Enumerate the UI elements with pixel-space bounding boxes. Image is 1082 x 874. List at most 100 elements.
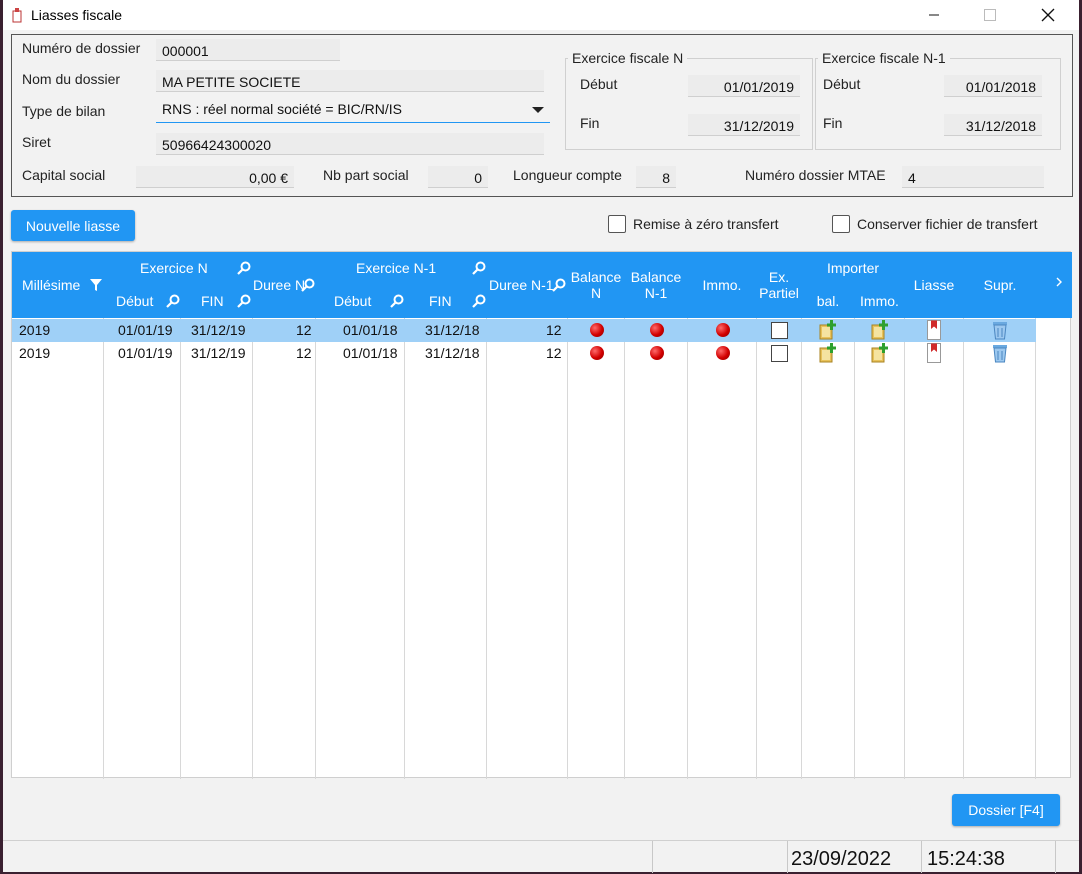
conserver-fichier-checkbox[interactable]	[832, 215, 850, 233]
app-icon	[12, 8, 22, 23]
ex-partiel-checkbox[interactable]	[771, 322, 788, 339]
header-immo: Immo.	[702, 277, 742, 293]
exercice-n1-debut-field[interactable]: 01/01/2018	[944, 75, 1042, 97]
status-divider	[1055, 841, 1056, 873]
longueur-compte-field[interactable]: 8	[636, 166, 676, 188]
header-duree-n1[interactable]: Duree N-1	[489, 277, 554, 293]
column-divider	[963, 318, 964, 779]
immo-status-icon[interactable]	[716, 323, 730, 337]
minimize-button[interactable]	[911, 0, 957, 30]
status-divider	[921, 841, 922, 873]
cell-duree: 12	[296, 322, 312, 338]
chevron-right-icon[interactable]	[1054, 276, 1064, 288]
status-bar: 23/09/2022 15:24:38	[3, 840, 1079, 873]
dossier-button[interactable]: Dossier [F4]	[952, 794, 1060, 826]
search-icon[interactable]	[552, 278, 566, 292]
close-button[interactable]	[1025, 0, 1071, 30]
nom-dossier-label: Nom du dossier	[22, 71, 121, 87]
maximize-button[interactable]	[967, 0, 1013, 30]
cell-fin-n1: 31/12/18	[425, 322, 480, 338]
liasses-table: Millésime Exercice N Début FIN Duree N E…	[11, 251, 1072, 779]
exercice-n1-group: Exercice fiscale N-1 Début 01/01/2018 Fi…	[815, 50, 1061, 150]
column-divider	[756, 318, 757, 779]
nb-part-social-field[interactable]: 0	[428, 166, 488, 188]
capital-social-field[interactable]: 0,00 €	[136, 166, 294, 188]
exercice-n1-fin-field[interactable]: 31/12/2018	[944, 114, 1042, 136]
table-header: Millésime Exercice N Début FIN Duree N E…	[12, 252, 1072, 318]
header-debut-n1[interactable]: Début	[334, 293, 371, 309]
app-window: Liasses fiscale Numéro de dossier 000001…	[3, 0, 1079, 873]
balance-n1-status-icon[interactable]	[650, 323, 664, 337]
header-fin[interactable]: FIN	[201, 293, 224, 309]
balance-n-status-icon[interactable]	[590, 346, 604, 360]
trash-icon[interactable]	[991, 320, 1009, 340]
immo-status-icon[interactable]	[716, 346, 730, 360]
remise-zero-checkbox[interactable]	[608, 215, 626, 233]
numero-mtae-field[interactable]: 4	[902, 166, 1044, 188]
search-icon[interactable]	[390, 294, 404, 308]
column-divider	[801, 318, 802, 779]
ex-partiel-checkbox[interactable]	[771, 345, 788, 362]
status-date: 23/09/2022	[791, 848, 892, 870]
dossier-panel: Numéro de dossier 000001 Nom du dossier …	[11, 34, 1073, 197]
import-balance-icon[interactable]	[819, 343, 837, 363]
header-duree-n[interactable]: Duree N	[253, 277, 305, 293]
search-icon[interactable]	[237, 294, 251, 308]
numero-dossier-field[interactable]: 000001	[156, 39, 340, 61]
header-importer: Importer	[826, 260, 880, 276]
column-divider	[1035, 318, 1036, 779]
header-debut[interactable]: Début	[116, 293, 153, 309]
nom-dossier-field[interactable]: MA PETITE SOCIETE	[156, 70, 544, 92]
cell-debut: 01/01/19	[118, 345, 173, 361]
exercice-n1-debut-label: Début	[823, 76, 861, 92]
capital-social-label: Capital social	[22, 167, 106, 183]
search-icon[interactable]	[301, 278, 315, 292]
column-divider	[904, 318, 905, 779]
cell-duree-n1: 12	[546, 322, 562, 338]
header-supr: Supr.	[983, 277, 1017, 293]
siret-field[interactable]: 50966424300020	[156, 133, 544, 155]
search-icon[interactable]	[166, 294, 180, 308]
search-icon[interactable]	[472, 294, 486, 308]
balance-n1-status-icon[interactable]	[650, 346, 664, 360]
header-exercice-n1: Exercice N-1	[356, 260, 437, 276]
title-bar: Liasses fiscale	[3, 0, 1079, 30]
trash-icon[interactable]	[991, 343, 1009, 363]
column-divider	[624, 318, 625, 779]
maximize-icon	[984, 9, 996, 21]
column-divider	[315, 318, 316, 779]
import-immo-icon[interactable]	[871, 320, 889, 340]
search-icon[interactable]	[237, 261, 251, 275]
balance-n-status-icon[interactable]	[590, 323, 604, 337]
header-millesime[interactable]: Millésime	[22, 277, 80, 293]
import-immo-icon[interactable]	[871, 343, 889, 363]
liasse-document-icon[interactable]	[927, 343, 941, 363]
filter-icon[interactable]	[89, 278, 103, 292]
exercice-n-title: Exercice fiscale N	[568, 50, 688, 66]
header-importer-bal: bal.	[816, 293, 840, 309]
exercice-n1-title: Exercice fiscale N-1	[818, 50, 950, 66]
cell-debut-n1: 01/01/18	[343, 345, 398, 361]
nouvelle-liasse-button[interactable]: Nouvelle liasse	[11, 210, 135, 241]
table-row[interactable]: 2019 01/01/19 31/12/19 12 01/01/18 31/12…	[12, 342, 1036, 365]
exercice-n-fin-field[interactable]: 31/12/2019	[688, 114, 800, 136]
search-icon[interactable]	[472, 261, 486, 275]
table-row[interactable]: 2019 01/01/19 31/12/19 12 01/01/18 31/12…	[12, 319, 1036, 342]
remise-zero-label: Remise à zéro transfert	[633, 216, 779, 232]
import-balance-icon[interactable]	[819, 320, 837, 340]
longueur-compte-label: Longueur compte	[513, 167, 622, 183]
chevron-down-icon	[532, 107, 544, 113]
header-fin-n1[interactable]: FIN	[429, 293, 452, 309]
cell-fin: 31/12/19	[191, 345, 246, 361]
cell-duree-n1: 12	[546, 345, 562, 361]
column-divider	[486, 318, 487, 779]
liasse-document-icon[interactable]	[927, 320, 941, 340]
exercice-n-debut-label: Début	[580, 76, 618, 92]
column-divider	[854, 318, 855, 779]
cell-fin: 31/12/19	[191, 322, 246, 338]
exercice-n-debut-field[interactable]: 01/01/2019	[688, 75, 800, 97]
minimize-icon	[929, 14, 939, 16]
numero-mtae-label: Numéro dossier MTAE	[745, 167, 886, 183]
type-bilan-select[interactable]: RNS : réel normal société = BIC/RN/IS	[156, 97, 550, 123]
header-ex-partiel-1: Ex.	[768, 269, 790, 285]
